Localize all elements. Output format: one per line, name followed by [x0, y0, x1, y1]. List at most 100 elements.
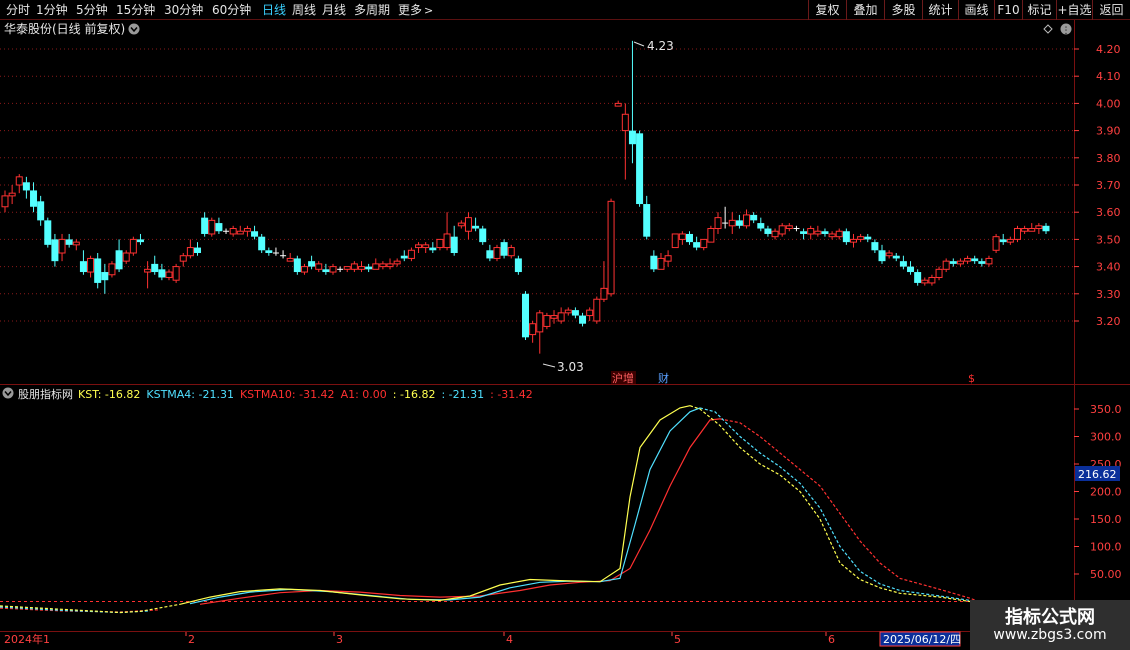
candle-body: [415, 244, 423, 249]
event-marker-rights[interactable]: 沪增: [612, 371, 634, 385]
candle-body: [985, 257, 993, 265]
candle-body: [514, 258, 522, 273]
candle-body: [1042, 225, 1050, 232]
event-marker-finance[interactable]: 财: [658, 371, 669, 385]
candle: [1042, 223, 1050, 234]
candle: [22, 176, 30, 199]
candle: [849, 233, 857, 248]
candle: [914, 269, 922, 286]
candle-body: [586, 309, 594, 317]
candle-body: [785, 225, 793, 230]
candle-body: [308, 261, 316, 267]
candle-body: [258, 236, 266, 251]
candle-body: [507, 247, 515, 257]
candle-body: [579, 315, 587, 324]
price-tick-label: 4.10: [1096, 70, 1121, 83]
candle: [208, 217, 216, 237]
candle: [65, 233, 73, 248]
candle: [72, 239, 80, 251]
candle-body: [707, 228, 715, 243]
candle-body: [350, 263, 358, 270]
candle-body: [400, 255, 408, 259]
candle: [179, 253, 187, 267]
candle: [821, 228, 829, 237]
candle: [999, 233, 1007, 245]
candle-body: [571, 310, 579, 316]
candle-body: [992, 236, 1000, 251]
candle-body: [472, 225, 480, 229]
candle: [778, 223, 786, 237]
site-watermark: 指标公式网 www.zbgs3.com: [970, 600, 1130, 650]
price-tick-label: 3.20: [1096, 315, 1121, 328]
candle: [15, 174, 23, 194]
candle-body: [899, 261, 907, 267]
high-arrow: [633, 41, 645, 47]
candle: [657, 253, 665, 270]
candle: [44, 217, 52, 248]
candle: [907, 261, 915, 275]
kst-line: [179, 405, 691, 605]
candle: [671, 233, 679, 249]
main-panel-more[interactable]: ⋮: [1060, 23, 1072, 37]
candle-body: [600, 287, 608, 300]
candle: [978, 258, 986, 267]
candle-body: [365, 266, 373, 270]
high-label: 4.23: [647, 39, 674, 53]
event-marker-dividend[interactable]: $: [968, 372, 975, 385]
candle: [293, 255, 301, 275]
candle: [322, 263, 330, 275]
date-label-4: 5: [674, 633, 681, 646]
kline-chart[interactable]: 4.20 4.10 4.00 3.90 3.80 3.70 3.60 3.50 3.40 3.30…: [0, 0, 1130, 650]
candle: [144, 261, 152, 289]
candle: [835, 228, 843, 240]
candle: [315, 261, 323, 273]
candle: [750, 212, 758, 224]
candle-body: [849, 238, 857, 243]
candle: [122, 250, 130, 264]
candle-body: [864, 236, 872, 240]
candle: [971, 255, 979, 264]
main-title-dropdown[interactable]: [128, 23, 140, 35]
candle: [280, 250, 287, 259]
candle: [785, 223, 793, 232]
diamond-icon[interactable]: [1043, 24, 1053, 34]
candle-body: [1006, 238, 1014, 243]
candle: [921, 277, 929, 286]
candle: [614, 100, 622, 107]
price-tick-label: 3.40: [1096, 261, 1121, 274]
candle: [650, 250, 658, 273]
candle: [757, 217, 765, 232]
candle: [586, 307, 594, 321]
indicator-dropdown[interactable]: [2, 387, 14, 399]
candle: [386, 258, 394, 270]
candle-body: [529, 323, 537, 336]
candle: [857, 233, 865, 243]
candle-body: [735, 220, 743, 226]
candle-body: [358, 266, 366, 270]
candle: [464, 212, 472, 240]
candle-body: [828, 233, 836, 238]
candle: [229, 225, 237, 237]
candle: [557, 307, 565, 324]
candle-body: [999, 239, 1007, 243]
candle: [87, 255, 95, 278]
candle: [543, 312, 551, 330]
candle: [272, 247, 279, 256]
candle-body: [842, 231, 850, 243]
candle: [1013, 225, 1021, 243]
candle-body: [778, 225, 786, 235]
candle-body: [621, 113, 629, 132]
candle-body: [942, 260, 950, 270]
candle-body: [429, 247, 437, 251]
date-label-2: 3: [336, 633, 343, 646]
candle-body: [557, 312, 565, 322]
main-title-dropdown-circle: [128, 23, 140, 35]
candle-body: [1021, 228, 1029, 232]
candle: [300, 263, 308, 275]
candle: [771, 228, 779, 240]
candle: [564, 307, 572, 316]
candle-body: [94, 258, 102, 283]
candle-body: [800, 231, 808, 234]
candle-body: [628, 130, 636, 145]
candle-body: [593, 298, 601, 322]
